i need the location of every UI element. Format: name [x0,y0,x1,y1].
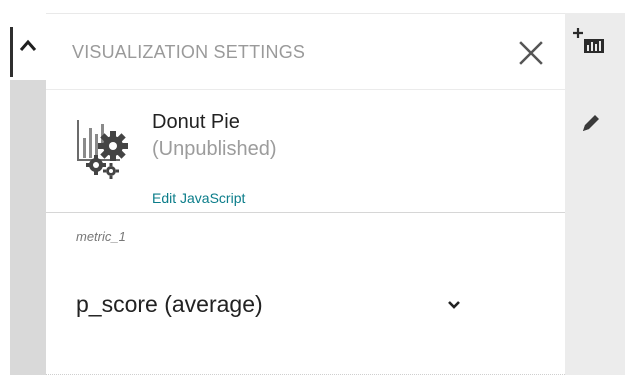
add-chart-icon [573,28,604,53]
collapse-toggle-button[interactable] [10,20,46,80]
metric-dropdown[interactable]: p_score (average) [76,286,466,326]
left-collapse-strip [10,20,46,375]
close-icon [519,41,543,65]
visualization-settings-screen: VISUALIZATION SETTINGS Donut Pie (Unpubl… [0,0,625,375]
visualization-info: Donut Pie (Unpublished) Edit JavaScript [46,90,565,212]
visualization-settings-panel: VISUALIZATION SETTINGS Donut Pie (Unpubl… [46,13,565,375]
section-divider [46,212,565,213]
metric-label: metric_1 [76,229,126,244]
metric-selected-value: p_score (average) [76,291,263,317]
chevron-up-icon [19,39,37,51]
chart-gears-icon [74,116,138,185]
visualization-status: (Unpublished) [152,138,277,160]
edit-javascript-link[interactable]: Edit JavaScript [152,190,245,206]
left-gray-bar [10,80,46,375]
chevron-down-icon [448,301,460,309]
pencil-icon [583,115,599,131]
panel-header: VISUALIZATION SETTINGS [46,14,565,89]
close-button[interactable] [516,38,546,68]
visualization-name: Donut Pie [152,111,240,133]
edit-button[interactable] [573,105,609,141]
panel-title: VISUALIZATION SETTINGS [72,42,306,62]
add-chart-button[interactable] [573,25,609,61]
tool-column [565,13,625,375]
collapse-tab-edge [10,27,13,77]
